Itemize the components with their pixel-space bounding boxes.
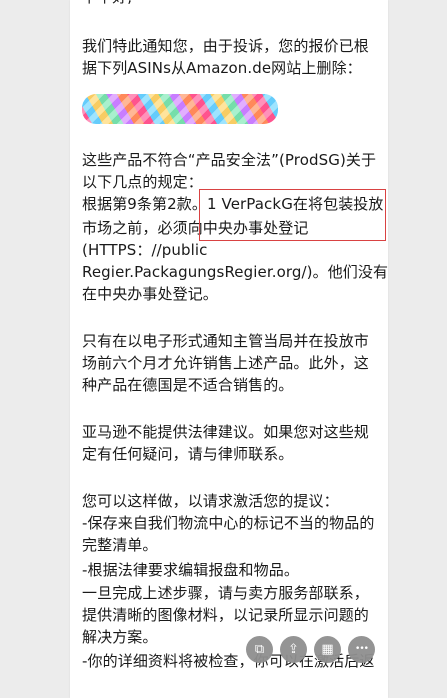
body-line: (HTTPS：//public	[82, 241, 208, 259]
body-line: 定有任何疑问，请与律师联系。	[82, 445, 294, 463]
body-line: 在中央办事处登记。	[82, 285, 218, 303]
body-line: -保存来自我们物流中心的标记不当的物品的	[82, 514, 375, 532]
body-line: 亚马逊不能提供法律建议。如果您对这些规	[82, 423, 369, 441]
floating-toolbar: ⧉ ⇪ ▦ •••	[246, 636, 386, 666]
grid-icon[interactable]: ▦	[314, 636, 341, 663]
greeting-line: 下午好,	[82, 0, 132, 8]
body-line: 提供清晰的图像材料，以记录所显示问题的	[82, 606, 369, 624]
body-line: 据下列ASINs从Amazon.de网站上删除：	[82, 59, 362, 77]
body-line: Regier.PackagungsRegier.org/)。他们没有	[82, 263, 389, 281]
copy-icon[interactable]: ⧉	[246, 636, 273, 663]
redacted-asin-list	[82, 94, 278, 124]
body-line: 一旦完成上述步骤，请与卖方服务部联系，	[82, 584, 369, 602]
body-line: 我们特此通知您，由于投诉，您的报价已根	[82, 37, 369, 55]
body-line: 解决方案。	[82, 628, 158, 646]
body-line: 场前六个月才允许销售上述产品。此外，这	[82, 354, 369, 372]
body-line: 种产品在德国是不适合销售的。	[82, 376, 294, 394]
body-line: 完整清单。	[82, 536, 158, 554]
body-line: 只有在以电子形式通知主管当局并在投放市	[82, 332, 369, 350]
body-line: 这些产品不符合“产品安全法”(ProdSG)关于	[82, 151, 377, 169]
body-line: -根据法律要求编辑报盘和物品。	[82, 561, 299, 579]
highlight-annotation-box	[199, 189, 386, 241]
body-line: 以下几点的规定：	[82, 173, 203, 191]
share-icon[interactable]: ⇪	[280, 636, 307, 663]
body-line: 您可以这样做，以请求激活您的提议：	[82, 492, 339, 510]
more-icon[interactable]: •••	[348, 636, 375, 663]
